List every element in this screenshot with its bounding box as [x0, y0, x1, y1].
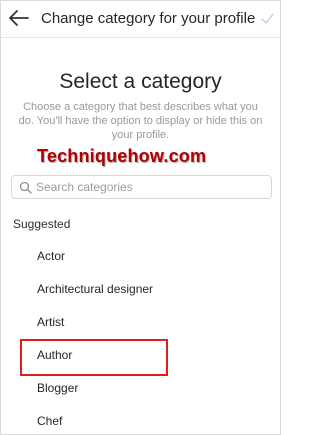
category-description: Choose a category that best describes wh… [18, 101, 263, 141]
suggested-heading: Suggested [13, 217, 71, 231]
search-box[interactable] [11, 175, 272, 199]
category-item-chef[interactable]: Chef [37, 413, 153, 434]
change-category-screen: Change category for your profile Select … [0, 0, 281, 435]
select-category-heading: Select a category [59, 70, 222, 93]
category-item-actor[interactable]: Actor [37, 248, 153, 281]
category-item-architectural-designer[interactable]: Architectural designer [37, 281, 153, 314]
search-input[interactable] [36, 178, 264, 196]
page-title: Change category for your profile [41, 10, 256, 27]
category-item-blogger[interactable]: Blogger [37, 380, 153, 413]
checkmark-icon[interactable] [260, 11, 275, 26]
author-highlight-box [20, 339, 168, 376]
arrow-left-icon[interactable] [8, 9, 30, 27]
top-bar: Change category for your profile [1, 1, 280, 38]
search-icon [19, 181, 32, 194]
watermark-text: Techniquehow.com [37, 146, 207, 166]
